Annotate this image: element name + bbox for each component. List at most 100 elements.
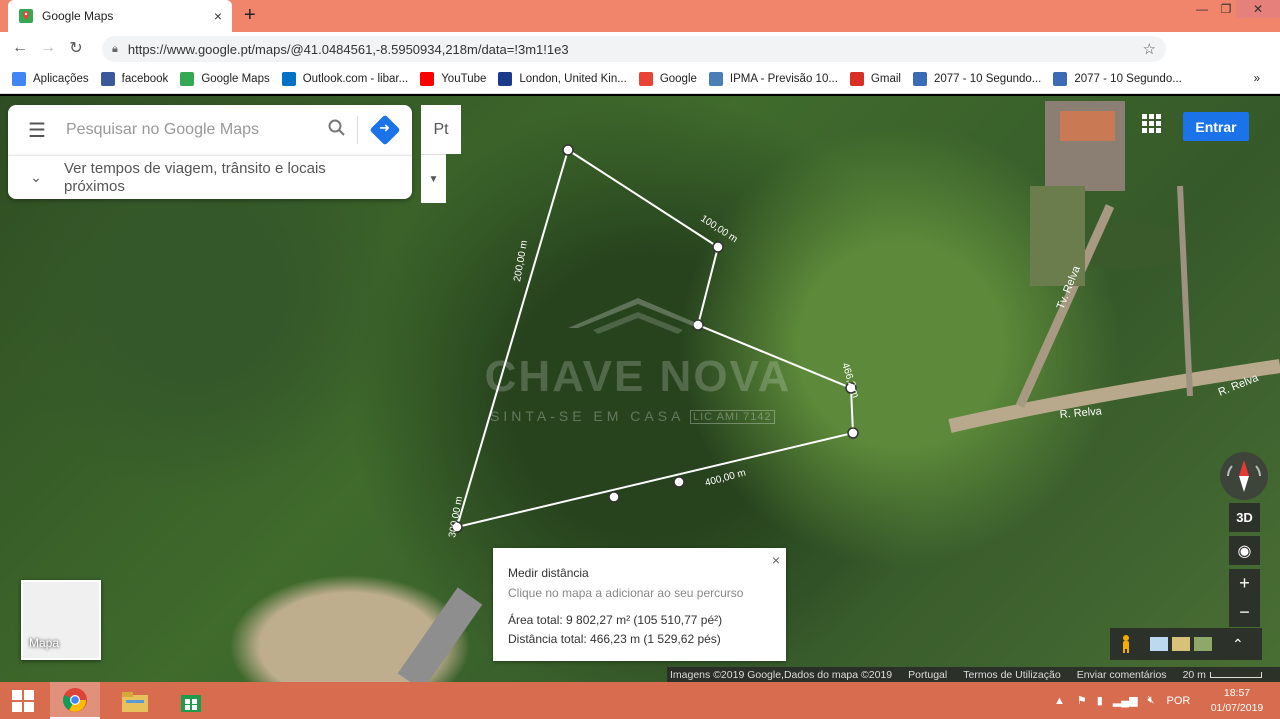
reload-icon[interactable]: ↻ [62,38,90,58]
bookmark-label: Outlook.com - libar... [302,72,409,85]
measure-vertex[interactable] [712,241,724,253]
bookmark-item[interactable]: 2077 - 10 Segundo... [912,71,1041,86]
minimap-label: Mapa [29,636,60,650]
youtube-icon [420,71,435,86]
bookmark-label: Gmail [870,72,901,85]
feedback-link[interactable]: Enviar comentários [1077,669,1167,681]
measure-vertex[interactable] [847,427,859,439]
bookmark-item[interactable]: YouTube [420,71,487,86]
bookmark-star-icon[interactable]: ☆ [1143,40,1156,58]
google-apps-grid-icon[interactable] [1140,114,1164,138]
segment-label-300: 300,00 m [447,496,465,539]
windows-start-icon[interactable] [0,682,46,719]
google-maps-icon [180,71,195,86]
close-window-button[interactable]: ✕ [1236,0,1280,18]
my-location-icon[interactable]: ◉ [1229,536,1260,565]
terms-link[interactable]: Termos de Utilização [963,669,1060,681]
language-dropdown-icon[interactable]: ▼ [421,154,446,203]
link-icon [1053,71,1068,86]
bookmarks-bar: Aplicações facebook Google Maps Outlook.com… [0,64,1280,94]
imagery-thumb-3-icon[interactable] [1194,637,1212,651]
compass-icon[interactable] [1220,452,1268,500]
road-r-relva [948,359,1280,433]
file-explorer-icon[interactable] [110,682,160,719]
tab-strip: Google Maps × + — ❐ ✕ [0,0,1280,32]
segment-label-400: 400,00 m [704,467,747,488]
chevron-down-icon[interactable]: ⌄ [8,169,64,186]
outlook-icon [281,71,296,86]
bookmark-label: Aplicações [33,72,89,85]
tab-google-maps[interactable]: Google Maps × [8,0,232,32]
sign-in-button[interactable]: Entrar [1183,112,1249,141]
country-label: Portugal [908,668,948,681]
segment-label-100: 100,00 m [698,213,739,245]
browser-toolbar: ← → ↻ 🔒︎ https://www.google.pt/maps/@41.… [0,32,1280,90]
segment-label-200: 200,00 m [512,240,530,283]
directions-icon: ➜ [369,114,401,146]
expand-chevron-icon[interactable]: ⌃ [1232,636,1244,653]
travel-times-panel[interactable]: ⌄ Ver tempos de viagem, trânsito e locai… [8,155,412,199]
tab-title: Google Maps [42,9,114,23]
measure-vertex[interactable] [608,491,620,503]
store-icon[interactable] [166,682,216,719]
measure-total-distance: Distância total: 466,23 m (1 529,62 pés) [508,632,721,646]
3d-toggle-button[interactable]: 3D [1229,503,1260,532]
bookmark-label: facebook [121,72,169,85]
flag-icon[interactable]: ⚑ [1077,694,1087,707]
taskbar-clock[interactable]: 18:57 01/07/2019 [1204,686,1270,716]
bookmark-item[interactable]: Google Maps [180,71,270,86]
watermark-logo: CHAVE NOVA SINTA-SE EM CASA LIC AMI 7142 [478,290,798,440]
segment-label-total: 466,2 m [839,362,861,400]
directions-button[interactable]: ➜ [358,114,412,146]
bookmark-label: Google Maps [201,72,270,85]
bookmark-item[interactable]: facebook [100,71,169,86]
bookmark-item[interactable]: Gmail [849,71,901,86]
house-logo-icon [568,298,708,334]
tab-close-icon[interactable]: × [214,8,222,24]
chrome-taskbar-icon[interactable] [50,682,100,719]
bookmark-item[interactable]: London, United Kin... [498,71,627,86]
tray-expand-icon[interactable]: ▲ [1054,695,1065,707]
apps-grid-icon [12,71,26,86]
bookmark-item[interactable]: IPMA - Previsão 10... [708,71,838,86]
road-side [1177,185,1193,397]
measure-distance-card: × Medir distância Clique no mapa a adici… [493,548,786,661]
forward-arrow-icon[interactable]: → [34,39,62,57]
map-attribution-bar: Imagens ©2019 Google,Dados do mapa ©2019… [667,667,1280,682]
zoom-out-button[interactable]: − [1229,598,1260,627]
bookmark-item[interactable]: 2077 - 10 Segundo... [1053,71,1182,86]
clock-date: 01/07/2019 [1210,702,1264,714]
back-arrow-icon[interactable]: ← [6,39,34,57]
minimize-button[interactable]: — [1188,0,1216,18]
measure-hint: Clique no mapa a adicionar ao seu percur… [508,586,744,600]
imagery-thumb-1-icon[interactable] [1150,637,1168,651]
highway [397,587,483,682]
link-icon [912,71,927,86]
new-tab-button[interactable]: + [244,4,256,27]
close-icon[interactable]: × [772,552,780,568]
bookmark-item[interactable]: Google [638,71,697,86]
bookmark-item[interactable]: Aplicações [12,71,89,86]
input-language[interactable]: POR [1166,695,1190,707]
imagery-thumb-2-icon[interactable] [1172,637,1190,651]
bookmark-label: YouTube [441,72,487,85]
network-icon[interactable]: ▂▄▆ [1113,694,1138,707]
measure-vertex[interactable] [673,476,685,488]
bookmarks-overflow-icon[interactable]: » [1254,73,1260,85]
map-type-toggle[interactable]: Mapa [21,580,101,660]
maximize-button[interactable]: ❐ [1216,0,1236,18]
maps-search-box: ☰ Pesquisar no Google Maps ➜ [8,105,412,155]
battery-icon[interactable]: ▮ [1097,694,1103,707]
zoom-in-button[interactable]: + [1229,569,1260,598]
address-bar[interactable]: 🔒︎ https://www.google.pt/maps/@41.048456… [102,36,1166,62]
clock-time: 18:57 [1223,687,1251,699]
pegman-icon[interactable] [1118,634,1134,654]
bookmark-item[interactable]: Outlook.com - libar... [281,71,409,86]
volume-muted-icon[interactable]: 🔇︎ [1148,694,1155,707]
lock-icon: 🔒︎ [112,42,118,55]
search-icon[interactable] [317,119,357,142]
search-input[interactable]: Pesquisar no Google Maps [66,121,317,139]
measure-vertex[interactable] [562,144,574,156]
language-button[interactable]: Pt [421,105,461,154]
hamburger-menu-icon[interactable]: ☰ [8,118,66,143]
